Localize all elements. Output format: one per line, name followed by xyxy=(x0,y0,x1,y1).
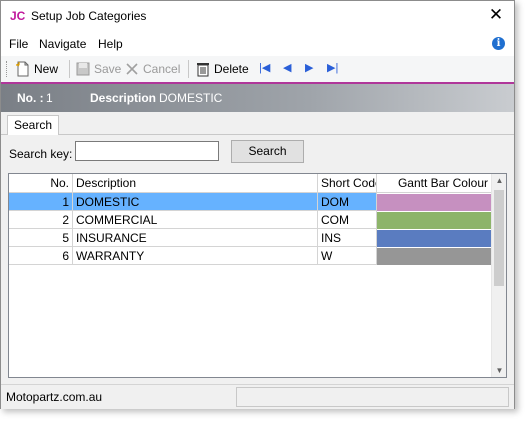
status-pane xyxy=(236,387,509,407)
column-header-description[interactable]: Description xyxy=(73,174,318,192)
row-no: 1 xyxy=(9,193,73,211)
row-no: 2 xyxy=(9,211,73,229)
save-button-label: Save xyxy=(94,62,122,76)
info-icon[interactable]: i xyxy=(492,37,505,50)
cancel-icon xyxy=(126,63,138,75)
vertical-scrollbar[interactable]: ▲ ▼ xyxy=(491,174,506,377)
menu-navigate[interactable]: Navigate xyxy=(39,37,86,51)
scroll-up-icon[interactable]: ▲ xyxy=(492,176,506,185)
toolbar-separator xyxy=(188,60,189,78)
delete-button-label: Delete xyxy=(214,62,249,76)
table-header: No. Description Short Code Gantt Bar Col… xyxy=(9,174,492,193)
save-icon xyxy=(76,62,90,76)
save-button[interactable]: Save xyxy=(75,60,121,78)
scroll-thumb[interactable] xyxy=(494,190,504,286)
search-button[interactable]: Search xyxy=(231,140,304,163)
search-key-label: Search key: xyxy=(9,147,73,161)
table-row[interactable]: 6 WARRANTY W xyxy=(9,247,492,265)
window-title: Setup Job Categories xyxy=(31,9,147,23)
gantt-colour-swatch[interactable] xyxy=(377,212,491,229)
row-no: 5 xyxy=(9,229,73,247)
row-description: WARRANTY xyxy=(73,247,318,265)
tab-strip: Search xyxy=(1,112,514,135)
column-header-short-code[interactable]: Short Code xyxy=(318,174,377,192)
tab-search[interactable]: Search xyxy=(7,115,60,135)
close-icon[interactable]: ✕ xyxy=(486,5,506,25)
menu-bar: File Navigate Help i xyxy=(1,32,514,56)
description-value: DOMESTIC xyxy=(159,91,223,105)
last-record-icon[interactable]: ▶| xyxy=(327,61,338,74)
record-number-label: No. : xyxy=(17,91,44,105)
new-button-label: New xyxy=(34,62,59,76)
table-row[interactable]: 5 INSURANCE INS xyxy=(9,229,492,247)
delete-button[interactable]: Delete xyxy=(195,60,249,78)
gantt-colour-swatch[interactable] xyxy=(377,194,491,211)
trash-icon xyxy=(197,63,209,77)
next-record-icon[interactable]: ▶ xyxy=(305,61,313,74)
table-row[interactable]: 1 DOMESTIC DOM xyxy=(9,193,492,211)
menu-help[interactable]: Help xyxy=(98,37,123,51)
new-document-icon xyxy=(16,61,29,77)
table-row[interactable]: 2 COMMERCIAL COM xyxy=(9,211,492,229)
scroll-down-icon[interactable]: ▼ xyxy=(492,366,506,375)
search-key-input[interactable] xyxy=(75,141,219,161)
toolbar: New Save Cancel Delete |◀ ◀ ▶ ▶| xyxy=(1,56,514,84)
gantt-colour-swatch[interactable] xyxy=(377,248,491,265)
row-description: COMMERCIAL xyxy=(73,211,318,229)
gantt-colour-swatch[interactable] xyxy=(377,230,491,247)
description-label: Description xyxy=(90,91,157,105)
row-short-code: COM xyxy=(318,211,377,229)
row-description: DOMESTIC xyxy=(73,193,318,211)
toolbar-separator xyxy=(69,60,70,78)
new-button[interactable]: New xyxy=(15,60,58,78)
status-text: Motopartz.com.au xyxy=(6,390,103,404)
previous-record-icon[interactable]: ◀ xyxy=(283,61,291,74)
first-record-icon[interactable]: |◀ xyxy=(259,61,270,74)
categories-table: No. Description Short Code Gantt Bar Col… xyxy=(8,173,507,378)
cancel-button[interactable]: Cancel xyxy=(124,60,180,78)
column-header-gantt-bar-colour[interactable]: Gantt Bar Colour xyxy=(377,174,492,192)
status-bar: Motopartz.com.au xyxy=(1,384,514,409)
row-short-code: W xyxy=(318,247,377,265)
menu-file[interactable]: File xyxy=(9,37,28,51)
app-icon: JC xyxy=(10,9,26,23)
row-short-code: DOM xyxy=(318,193,377,211)
column-header-no[interactable]: No. xyxy=(9,174,73,192)
record-number-value: 1 xyxy=(46,91,53,105)
record-header: No. : 1 Description DOMESTIC xyxy=(1,84,514,112)
row-short-code: INS xyxy=(318,229,377,247)
cancel-button-label: Cancel xyxy=(143,62,181,76)
toolbar-grip[interactable] xyxy=(6,61,9,77)
setup-job-categories-window: JC Setup Job Categories ✕ File Navigate … xyxy=(0,0,515,409)
row-no: 6 xyxy=(9,247,73,265)
row-description: INSURANCE xyxy=(73,229,318,247)
title-bar: JC Setup Job Categories ✕ xyxy=(1,1,514,32)
